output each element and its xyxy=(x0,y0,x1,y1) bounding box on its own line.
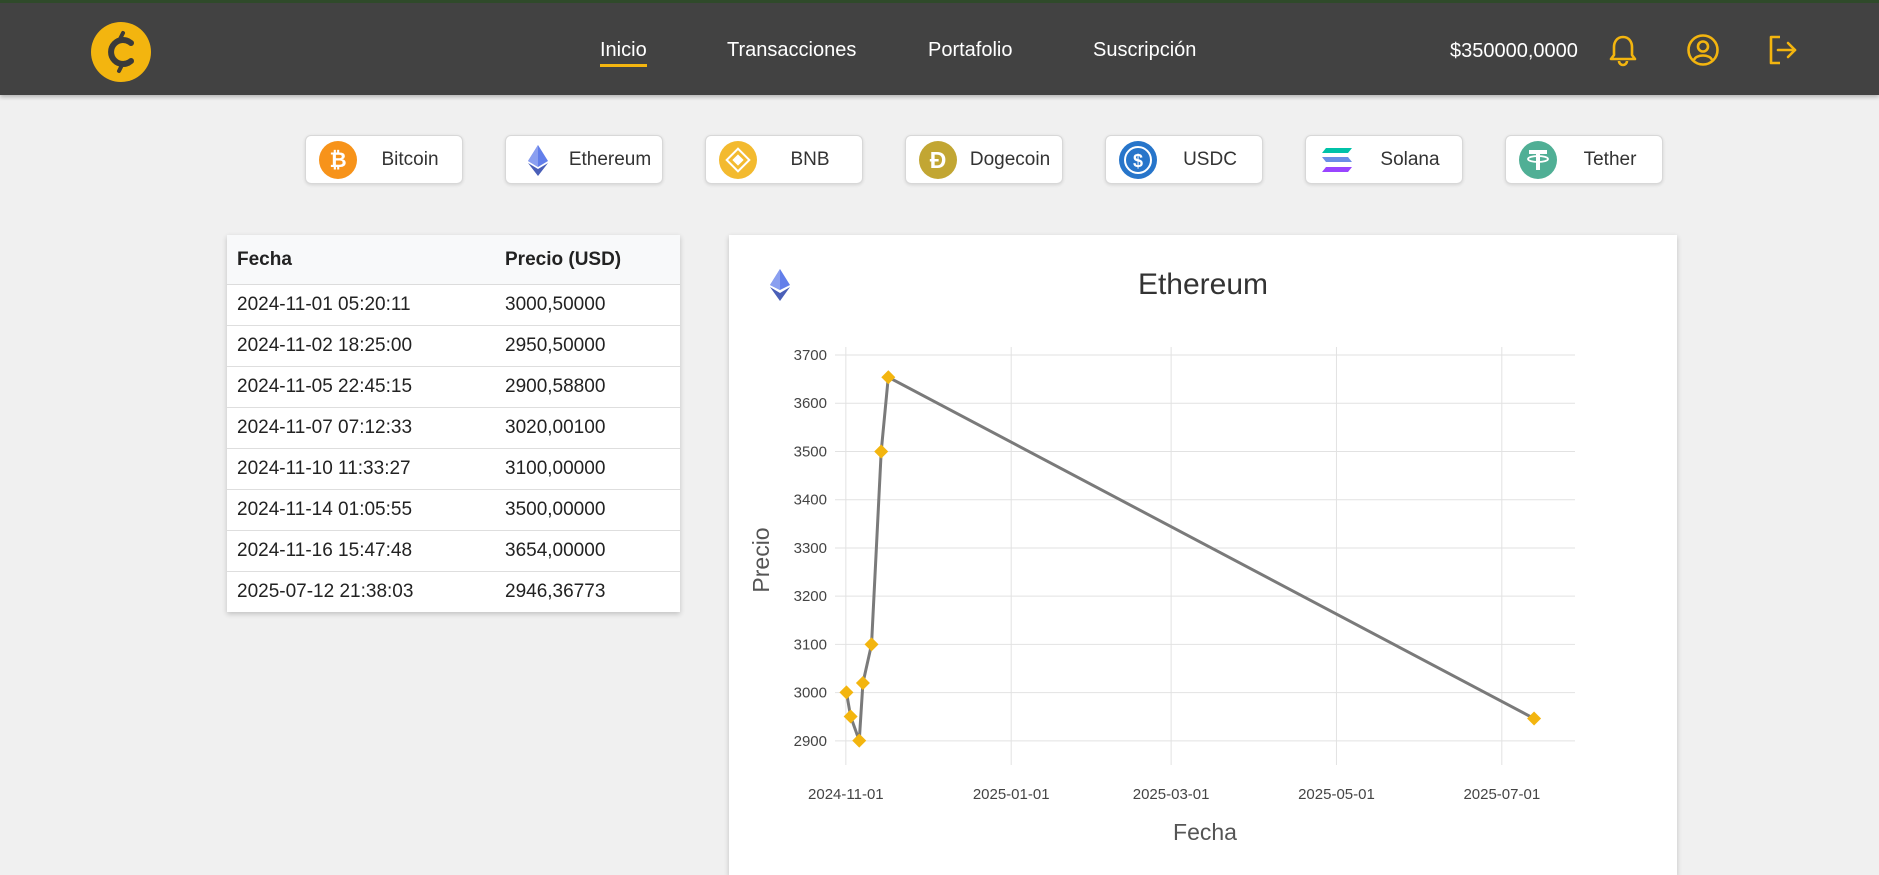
dogecoin-icon: Ð xyxy=(919,141,957,179)
y-tick-label: 3000 xyxy=(794,685,827,702)
x-tick-label: 2025-03-01 xyxy=(1133,786,1210,803)
table-row: 2024-11-16 15:47:48 3654,00000 xyxy=(227,530,680,572)
coin-chip-label: BNB xyxy=(790,149,830,170)
y-tick-label: 3400 xyxy=(794,492,827,509)
bitcoin-icon: ₿ xyxy=(319,141,357,179)
coin-chip-tether[interactable]: Tether xyxy=(1505,135,1663,184)
tether-icon xyxy=(1519,141,1557,179)
table-row: 2024-11-07 07:12:33 3020,00100 xyxy=(227,407,680,449)
coin-chip-bnb[interactable]: BNB xyxy=(705,135,863,184)
app-logo-icon[interactable] xyxy=(90,21,152,83)
price-cell: 2946,36773 xyxy=(505,581,606,602)
x-tick-label: 2025-07-01 xyxy=(1463,786,1540,803)
svg-text:$: $ xyxy=(1133,151,1143,171)
y-tick-label: 3200 xyxy=(794,588,827,605)
date-cell: 2024-11-10 11:33:27 xyxy=(227,448,495,490)
table-header-row: Fecha Precio (USD) xyxy=(227,235,680,285)
solana-icon xyxy=(1322,148,1352,172)
date-cell: 2024-11-14 01:05:55 xyxy=(227,489,495,531)
balance-display: $350000,0000 xyxy=(1450,40,1578,62)
y-tick-label: 3600 xyxy=(794,395,827,412)
coin-chip-label: Solana xyxy=(1380,149,1440,170)
column-header-fecha: Fecha xyxy=(227,235,495,285)
data-point-marker xyxy=(852,733,867,748)
table-row: 2024-11-14 01:05:55 3500,00000 xyxy=(227,489,680,531)
bell-icon[interactable] xyxy=(1606,33,1640,67)
price-cell: 3100,00000 xyxy=(495,448,680,490)
svg-text:Ð: Ð xyxy=(930,147,947,173)
date-cell: 2024-11-05 22:45:15 xyxy=(227,366,495,408)
y-tick-label: 3100 xyxy=(794,636,827,653)
y-tick-label: 3700 xyxy=(794,347,827,364)
price-series-line xyxy=(844,374,1535,742)
coin-chip-bitcoin[interactable]: ₿ Bitcoin xyxy=(305,135,463,184)
date-cell: 2024-11-01 05:20:11 xyxy=(227,284,495,326)
data-point-marker xyxy=(1527,711,1542,726)
table-row: 2024-11-02 18:25:00 2950,50000 xyxy=(227,325,680,367)
x-tick-label: 2025-05-01 xyxy=(1298,786,1375,803)
coin-chip-label: Bitcoin xyxy=(381,149,439,170)
price-cell: 3500,00000 xyxy=(495,489,680,531)
data-point-marker xyxy=(864,637,879,652)
price-cell: 3020,00100 xyxy=(495,407,680,449)
coin-chip-ethereum[interactable]: Ethereum xyxy=(505,135,663,184)
coin-chip-solana[interactable]: Solana xyxy=(1305,135,1463,184)
x-tick-label: 2025-01-01 xyxy=(973,786,1050,803)
price-cell: 2950,50000 xyxy=(495,325,680,367)
date-cell: 2024-11-16 15:47:48 xyxy=(227,530,495,572)
x-axis-title: Fecha xyxy=(1173,819,1237,845)
price-chart-card: Ethereum 2900 3000 3100 3200 3300 3400 3500 360… xyxy=(729,235,1677,875)
table-row: 2024-11-01 05:20:11 3000,50000 xyxy=(227,284,680,326)
coin-chip-label: Ethereum xyxy=(568,149,652,170)
data-point-marker xyxy=(855,675,870,690)
date-cell: 2025-07-12 21:38:03 xyxy=(237,581,414,602)
logout-icon[interactable] xyxy=(1766,33,1800,67)
price-cell: 3000,50000 xyxy=(495,284,680,326)
date-cell: 2024-11-02 18:25:00 xyxy=(227,325,495,367)
usdc-icon: $ xyxy=(1119,141,1157,179)
price-cell: 2900,58800 xyxy=(495,366,680,408)
nav-link-inicio[interactable]: Inicio xyxy=(600,39,647,67)
user-circle-icon[interactable] xyxy=(1686,33,1720,67)
data-point-marker xyxy=(839,685,854,700)
bnb-icon xyxy=(719,141,757,179)
table-row: 2024-11-05 22:45:15 2900,58800 xyxy=(227,366,680,408)
coin-chip-label: Dogecoin xyxy=(969,149,1051,170)
y-tick-label: 3300 xyxy=(794,540,827,557)
nav-link-transacciones[interactable]: Transacciones xyxy=(727,39,856,62)
nav-link-portafolio[interactable]: Portafolio xyxy=(928,39,1013,62)
price-history-table: Fecha Precio (USD) 2024-11-01 05:20:11 30… xyxy=(227,235,680,612)
y-axis-title: Precio xyxy=(748,527,774,592)
coin-chip-label: Tether xyxy=(1583,149,1637,170)
svg-text:₿: ₿ xyxy=(329,149,346,172)
x-tick-label: 2024-11-01 xyxy=(808,786,884,803)
nav-link-suscripcion[interactable]: Suscripción xyxy=(1093,39,1196,62)
column-header-precio: Precio (USD) xyxy=(495,235,680,285)
price-line-chart[interactable]: 2900 3000 3100 3200 3300 3400 3500 3600 3700 2024… xyxy=(729,235,1677,875)
data-point-marker xyxy=(874,444,889,459)
date-cell: 2024-11-07 07:12:33 xyxy=(227,407,495,449)
price-cell: 3654,00000 xyxy=(495,530,680,572)
ethereum-icon xyxy=(528,145,548,176)
coin-chip-usdc[interactable]: $ USDC xyxy=(1105,135,1263,184)
data-point-marker xyxy=(881,370,896,385)
y-tick-label: 2900 xyxy=(794,733,827,750)
coin-chip-label: USDC xyxy=(1183,149,1237,170)
coin-chip-dogecoin[interactable]: Ð Dogecoin xyxy=(905,135,1063,184)
y-tick-label: 3500 xyxy=(794,443,827,460)
table-row: 2025-07-12 21:38:03 2946,36773 xyxy=(227,572,680,613)
table-row: 2024-11-10 11:33:27 3100,00000 xyxy=(227,448,680,490)
top-navbar: Inicio Transacciones Portafolio Suscripc… xyxy=(0,0,1879,95)
